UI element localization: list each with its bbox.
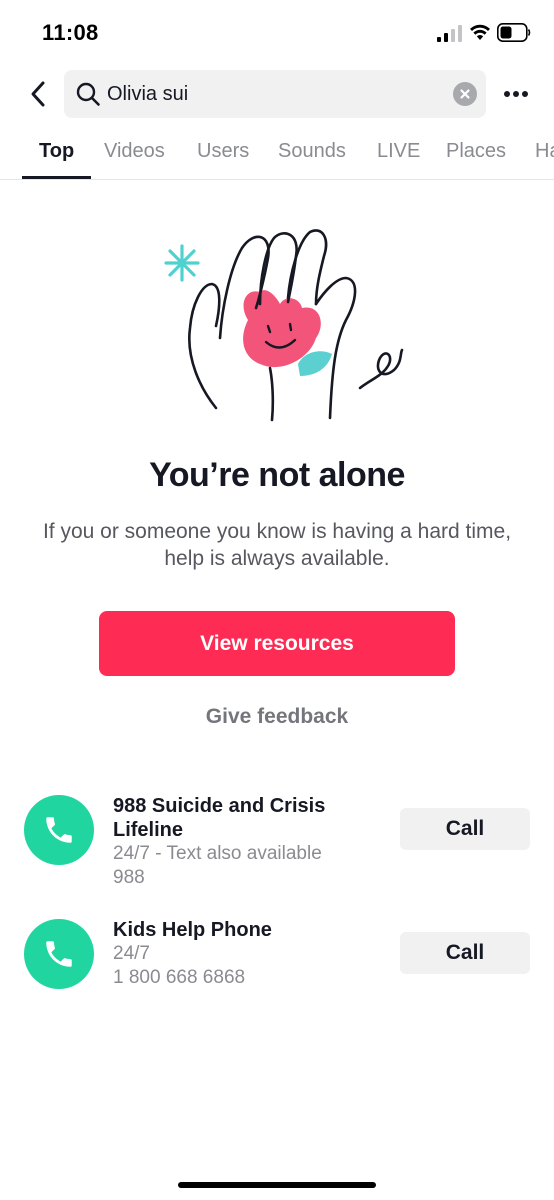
wifi-icon bbox=[470, 24, 490, 40]
call-button[interactable]: Call bbox=[400, 808, 530, 850]
clear-icon bbox=[460, 89, 470, 99]
home-indicator[interactable] bbox=[178, 1182, 376, 1188]
helpline-number: 1 800 668 6868 bbox=[113, 967, 246, 988]
view-resources-button[interactable]: View resources bbox=[99, 611, 455, 676]
helpline-availability: 24/7 bbox=[113, 943, 150, 964]
search-icon bbox=[76, 82, 100, 106]
active-tab-indicator bbox=[22, 176, 91, 179]
give-feedback-link[interactable]: Give feedback bbox=[0, 705, 554, 729]
more-options-button[interactable] bbox=[500, 80, 532, 108]
phone-icon bbox=[46, 941, 72, 967]
helpline-availability: 24/7 - Text also available bbox=[113, 843, 322, 864]
tab-hashtags[interactable]: Ha bbox=[535, 140, 554, 163]
tab-live[interactable]: LIVE bbox=[377, 140, 420, 163]
tab-sounds[interactable]: Sounds bbox=[278, 140, 346, 163]
hands-holding-heart-illustration bbox=[164, 229, 404, 422]
search-tabs: Top Videos Users Sounds LIVE Places Ha bbox=[0, 128, 554, 180]
support-description: If you or someone you know is having a h… bbox=[42, 520, 512, 570]
chevron-left-icon bbox=[31, 81, 45, 107]
phone-avatar bbox=[24, 795, 94, 865]
sparkle-icon bbox=[164, 244, 200, 282]
clear-search-button[interactable] bbox=[453, 82, 477, 106]
phone-avatar bbox=[24, 919, 94, 989]
search-box[interactable] bbox=[64, 70, 486, 118]
helpline-item: 988 Suicide and Crisis Lifeline 24/7 - T… bbox=[0, 790, 554, 900]
battery-icon bbox=[497, 23, 531, 42]
back-button[interactable] bbox=[22, 78, 54, 110]
more-horizontal-icon bbox=[504, 91, 528, 97]
status-time: 11:08 bbox=[42, 20, 99, 45]
support-headline: You’re not alone bbox=[149, 456, 405, 494]
helpline-name: 988 Suicide and Crisis Lifeline bbox=[113, 795, 326, 841]
tab-videos[interactable]: Videos bbox=[104, 140, 165, 163]
helpline-name: Kids Help Phone bbox=[113, 919, 272, 941]
tab-users[interactable]: Users bbox=[197, 140, 249, 163]
call-button[interactable]: Call bbox=[400, 932, 530, 974]
phone-icon bbox=[46, 817, 72, 843]
tab-places[interactable]: Places bbox=[446, 140, 506, 163]
search-input[interactable] bbox=[107, 79, 437, 109]
helpline-item: Kids Help Phone 24/7 1 800 668 6868 Call bbox=[0, 914, 554, 1004]
tab-top[interactable]: Top bbox=[39, 140, 74, 163]
helpline-number: 988 bbox=[113, 867, 145, 888]
signal-icon bbox=[437, 25, 462, 42]
status-bar: 11:08 bbox=[0, 0, 554, 64]
